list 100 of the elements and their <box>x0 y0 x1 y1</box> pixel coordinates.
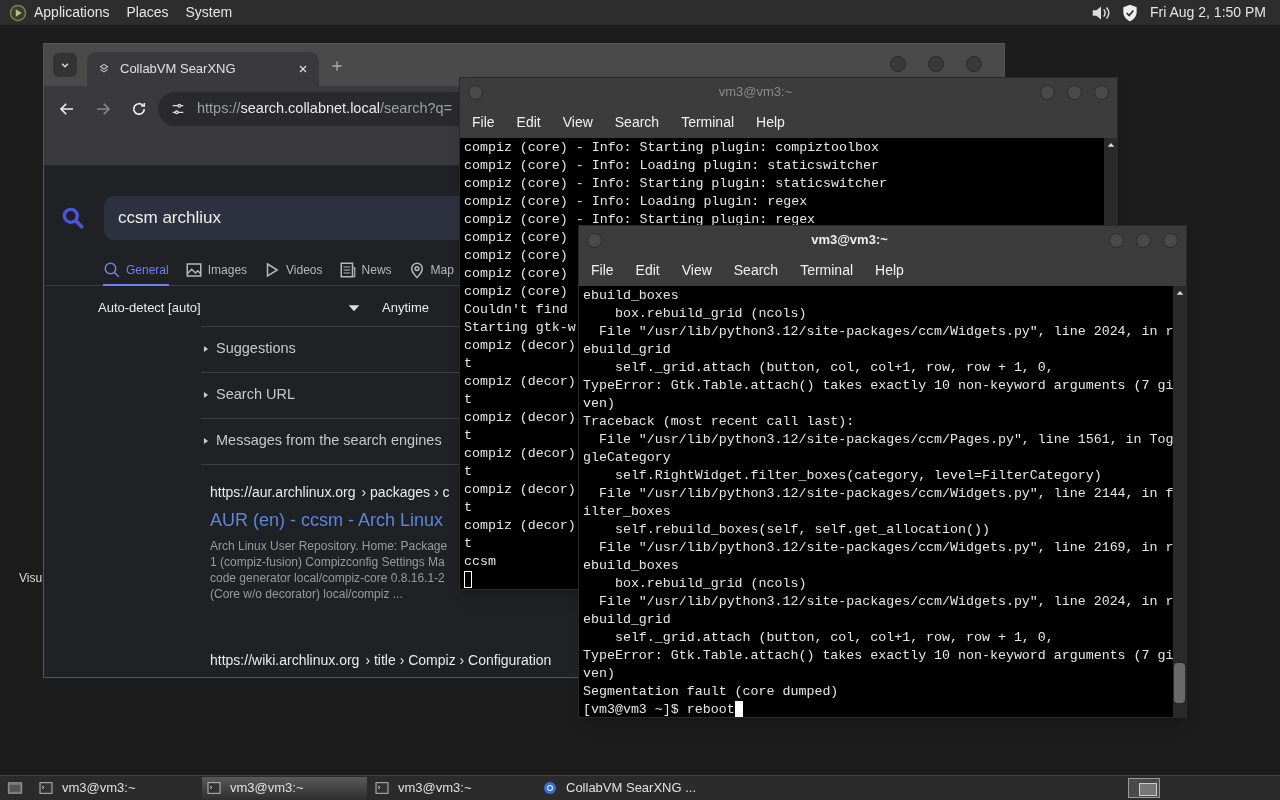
result-title-link[interactable]: AUR (en) - ccsm - Arch Linux <box>210 506 444 534</box>
category-tab[interactable]: General <box>103 255 169 286</box>
menu-item[interactable]: View <box>681 259 712 281</box>
terminal-line: box.rebuild_grid (ncols) <box>613 305 807 323</box>
terminal-line: t <box>464 463 472 481</box>
search-field[interactable]: ccsm archliux <box>104 196 460 240</box>
scrollbar[interactable] <box>1173 286 1186 717</box>
menu-item[interactable]: Edit <box>635 259 660 281</box>
terminal-line: compiz (decor) <box>464 337 576 355</box>
result-breadcrumb: › packages › c <box>361 482 450 502</box>
category-tab[interactable]: News <box>338 255 392 286</box>
taskbar-item[interactable]: vm3@vm3:~ <box>370 776 535 800</box>
taskbar-item[interactable]: CollabVM SearXNG ... <box>538 776 703 800</box>
news-icon <box>338 260 357 279</box>
terminal-line: File "/usr/lib/python3.12/site-packages/ccm/Widgets.py", line 2024, in r <box>597 593 1174 611</box>
desktop-icon-label[interactable]: Visu <box>19 569 43 587</box>
menu-item[interactable]: Help <box>875 259 904 281</box>
menu-item[interactable]: Search <box>614 111 660 133</box>
window-menu-button[interactable] <box>468 84 483 100</box>
terminal-line: compiz (decor) <box>464 445 576 463</box>
window-title: vm3@vm3:~ <box>717 83 794 102</box>
terminal-line: Starting gtk-w <box>464 319 576 337</box>
taskbar-item[interactable]: vm3@vm3:~ <box>34 776 199 800</box>
terminal-line: compiz (core) <box>464 265 568 283</box>
terminal-line: self._grid.attach (button, col, col+1, row, row + 1, 0, <box>613 629 1054 647</box>
new-tab-icon[interactable] <box>329 58 345 74</box>
terminal-line: t <box>464 499 472 517</box>
terminal-line: TypeError: Gtk.Table.attach() takes exactly 10 non-keyword arguments (7 gi <box>583 377 1174 395</box>
terminal-line: ccsm <box>464 553 496 571</box>
terminal-line: File "/usr/lib/python3.12/site-packages/ccm/Pages.py", line 1561, in Tog <box>597 431 1174 449</box>
terminal-line: t <box>464 355 472 373</box>
panel-menu[interactable]: Applications <box>34 2 110 23</box>
terminal-line: File "/usr/lib/python3.12/site-packages/ccm/Widgets.py", line 2024, in r <box>597 323 1174 341</box>
result-url[interactable]: https://aur.archlinux.org <box>210 481 356 503</box>
browser-icon <box>542 780 558 796</box>
terminal-line: compiz (decor) <box>464 517 576 535</box>
close-icon[interactable] <box>297 63 309 75</box>
result-url[interactable]: https://wiki.archlinux.org <box>210 649 360 671</box>
menu-item[interactable]: File <box>472 111 495 133</box>
window-control[interactable] <box>1094 84 1109 100</box>
browser-tab[interactable]: CollabVM SearXNG <box>87 52 319 86</box>
terminal-line: t <box>464 391 472 409</box>
result-snippet: Arch Linux User Repository. Home: Package 1 (compiz-fusion) Compizconfig Settings Ma code generator local/compiz-core 0.8.16.1-2 (Core w/o decorator) local/compiz ... <box>210 537 448 602</box>
terminal-line: box.rebuild_grid (ncols) <box>613 575 807 593</box>
panel-menu[interactable]: Places <box>126 2 169 23</box>
window-control[interactable] <box>1040 84 1055 100</box>
scrollbar-thumb[interactable] <box>1174 663 1185 703</box>
window-control[interactable] <box>1067 84 1082 100</box>
terminal-line: t <box>464 427 472 445</box>
language-select[interactable]: Auto-detect [auto] <box>98 298 372 318</box>
show-desktop-icon[interactable] <box>6 779 24 797</box>
terminal-icon <box>374 780 390 796</box>
terminal-line: compiz (core) - Info: Starting plugin: compiztoolbox <box>464 139 879 157</box>
panel-menu[interactable]: System <box>185 2 233 23</box>
window-control[interactable] <box>1109 232 1124 248</box>
clock[interactable]: Fri Aug 2, 1:50 PM <box>1150 2 1266 23</box>
window-control[interactable] <box>1136 232 1151 248</box>
window-menu-button[interactable] <box>587 232 602 248</box>
terminal-line: Couldn't find <box>464 301 568 319</box>
menu-item[interactable]: View <box>562 111 593 133</box>
terminal-line: TypeError: Gtk.Table.attach() takes exactly 10 non-keyword arguments (7 gi <box>583 647 1174 665</box>
window-control[interactable] <box>1163 232 1178 248</box>
menu-item[interactable]: Help <box>756 111 785 133</box>
terminal-line: compiz (core) - Info: Loading plugin: regex <box>464 193 808 211</box>
window-control[interactable] <box>966 56 982 72</box>
workspace-switcher[interactable] <box>1128 778 1160 798</box>
terminal-line: compiz (decor) <box>464 481 576 499</box>
window-control[interactable] <box>890 56 906 72</box>
category-tab[interactable]: Images <box>184 255 248 286</box>
tab-list-button[interactable] <box>53 53 77 77</box>
time-range-select[interactable]: Anytime <box>382 298 429 318</box>
terminal-line: gleCategory <box>583 449 671 467</box>
terminal-line: Traceback (most recent call last): <box>583 413 855 431</box>
tab-title: CollabVM SearXNG <box>120 60 237 79</box>
logo-icon[interactable] <box>9 3 27 22</box>
search-icon <box>103 260 121 279</box>
menu-item[interactable]: Edit <box>516 111 541 133</box>
menu-item[interactable]: File <box>591 259 614 281</box>
address-bar[interactable]: https://search.collabnet.local/search?q= <box>158 91 460 126</box>
terminal-line: compiz (decor) <box>464 409 576 427</box>
category-tab[interactable]: Map <box>407 255 454 286</box>
image-icon <box>184 260 203 279</box>
terminal-line: ebuild_boxes <box>583 287 679 305</box>
scroll-up-icon[interactable] <box>1105 140 1116 150</box>
menu-item[interactable]: Terminal <box>800 259 854 281</box>
terminal-line: ebuild_grid <box>583 341 671 359</box>
result-breadcrumb: › title › Compiz › Configuration <box>365 650 552 670</box>
scroll-up-icon[interactable] <box>1174 288 1185 298</box>
search-icon[interactable] <box>60 205 86 231</box>
menu-item[interactable]: Search <box>733 259 779 281</box>
terminal-line: ven) <box>583 665 615 683</box>
terminal-line: [vm3@vm3 ~]$ reboot <box>583 701 735 717</box>
terminal-line: compiz (core) - Info: Starting plugin: regex <box>464 211 816 229</box>
scrollbar[interactable] <box>1104 138 1117 225</box>
terminal-line: t <box>464 535 472 553</box>
taskbar-item[interactable]: vm3@vm3:~ <box>202 776 367 800</box>
category-tab[interactable]: Videos <box>263 255 323 286</box>
window-control[interactable] <box>928 56 944 72</box>
terminal-line: compiz (core) <box>464 247 568 265</box>
menu-item[interactable]: Terminal <box>681 111 735 133</box>
